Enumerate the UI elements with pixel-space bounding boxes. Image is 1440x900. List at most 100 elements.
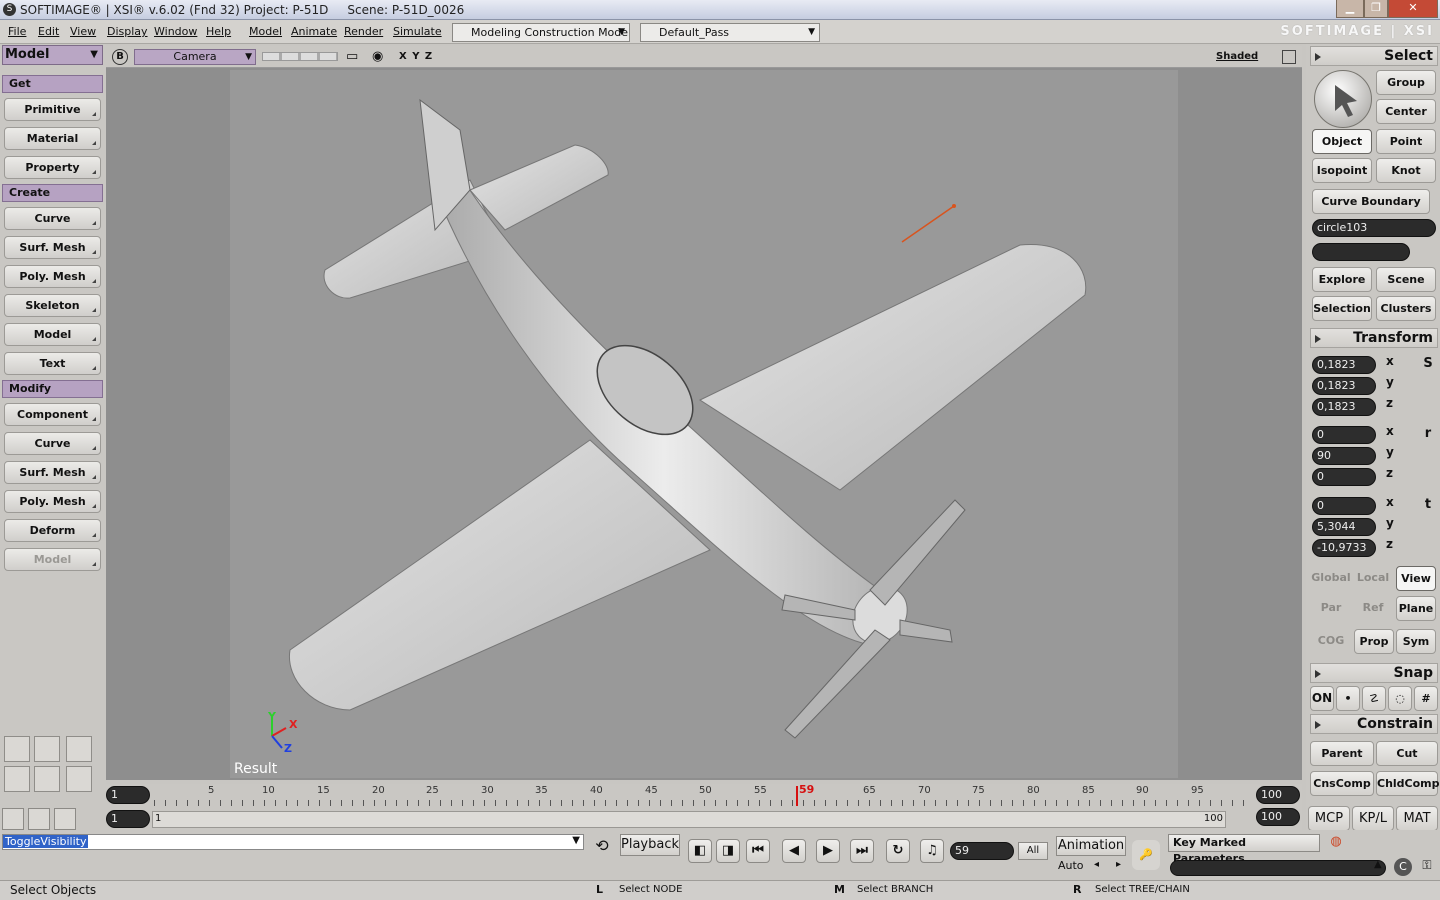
menu-help[interactable]: Help [206,25,231,38]
select-arrow-icon[interactable] [1314,70,1372,128]
modify-curve-button[interactable]: Curve [4,432,101,455]
next-frame-icon[interactable]: ◨ [716,839,740,863]
menu-edit[interactable]: Edit [38,25,59,38]
rotate-x-field[interactable]: 0 [1312,426,1376,444]
translate-x-label[interactable]: x [1386,495,1394,509]
create-curve-button[interactable]: Curve [4,207,101,230]
prev-frame-icon[interactable]: ◧ [688,839,712,863]
menu-display[interactable]: Display [107,25,148,38]
snap-header[interactable]: Snap [1310,663,1438,683]
explore-button[interactable]: Explore [1312,267,1372,292]
next-key-icon[interactable]: ▸ [1116,859,1121,870]
menu-model[interactable]: Model [249,25,282,38]
rotate-x-label[interactable]: x [1386,424,1394,438]
cnscomp-button[interactable]: CnsComp [1310,771,1374,796]
translate-z-field[interactable]: -10,9733 [1312,539,1376,557]
rotate-tool-icon[interactable]: r [1420,426,1436,444]
minimize-icon[interactable]: ▁ [1336,0,1364,18]
selection-name-field[interactable]: circle103 [1312,219,1436,237]
snap-on-button[interactable]: ON [1310,686,1334,711]
palette-icon[interactable] [54,808,76,830]
modify-poly-mesh-button[interactable]: Poly. Mesh [4,490,101,513]
knot-button[interactable]: Knot [1376,158,1436,183]
camera-icon[interactable]: ▭ [346,49,358,64]
center-button[interactable]: Center [1376,99,1436,124]
playback-button[interactable]: Playback [620,834,680,856]
snap-grid-icon[interactable]: # [1414,686,1438,711]
all-button[interactable]: All [1018,842,1048,860]
key-marked-params-button[interactable]: Key Marked Parameters [1168,834,1320,865]
auto-key-button[interactable]: Auto [1058,859,1084,872]
point-button[interactable]: Point [1376,129,1436,154]
translate-y-field[interactable]: 5,3044 [1312,518,1376,536]
first-frame-icon[interactable]: ⏮ [746,839,770,863]
axis-buttons[interactable]: X Y Z [399,51,433,62]
range-slider[interactable]: 1 1 100 100 [106,808,1302,830]
lock-icon[interactable]: ⚿ [1418,858,1436,876]
select-header[interactable]: Select [1310,46,1438,66]
translate-x-field[interactable]: 0 [1312,497,1376,515]
menu-render[interactable]: Render [344,25,383,38]
get-material-button[interactable]: Material [4,127,101,150]
range-start-field[interactable]: 1 [106,810,150,828]
timeline-end-field[interactable]: 100 [1256,786,1300,804]
constrain-header[interactable]: Constrain [1310,714,1438,734]
close-icon[interactable]: ✕ [1388,0,1438,18]
create-skeleton-button[interactable]: Skeleton [4,294,101,317]
prop-button[interactable]: Prop [1354,629,1394,654]
rotate-z-label[interactable]: z [1386,466,1393,480]
modify-component-button[interactable]: Component [4,403,101,426]
maximize-viewport-icon[interactable] [1282,50,1296,64]
menu-animate[interactable]: Animate [291,25,337,38]
tab-mcp[interactable]: MCP [1308,806,1350,831]
transform-header[interactable]: Transform [1310,328,1438,348]
marking-icon[interactable]: ◍ [1326,834,1346,852]
translate-y-label[interactable]: y [1386,516,1394,530]
tab-mat[interactable]: MAT [1396,806,1438,831]
selection-filter-field[interactable] [1312,243,1410,261]
marking-set-field[interactable] [1170,860,1386,876]
modify-deform-button[interactable]: Deform [4,519,101,542]
playhead[interactable] [796,786,798,806]
scale-x-label[interactable]: x [1386,354,1394,368]
layout-split-icon[interactable] [34,736,60,762]
group-button[interactable]: Group [1376,70,1436,95]
isopoint-button[interactable]: Isopoint [1312,158,1372,183]
chldcomp-button[interactable]: ChldComp [1376,771,1440,796]
rotate-y-field[interactable]: 90 [1312,447,1376,465]
timeline[interactable]: 1 100 5 10 15 20 25 30 35 40 45 50 55 65… [106,783,1302,810]
layout-horizontal-icon[interactable] [66,766,92,792]
layout-quad-icon[interactable] [4,736,30,762]
last-frame-icon[interactable]: ⏭ [850,839,874,863]
scale-y-field[interactable]: 0,1823 [1312,377,1376,395]
pass-select[interactable]: Default_Pass ▼ [640,23,820,42]
3d-viewport[interactable]: Y X Z Result [106,68,1302,780]
ref-button[interactable]: Ref [1352,596,1394,621]
cog-button[interactable]: COG [1310,629,1352,654]
key-icon[interactable]: 🔑 [1132,840,1160,870]
modify-surf-mesh-button[interactable]: Surf. Mesh [4,461,101,484]
get-property-button[interactable]: Property [4,156,101,179]
create-poly-mesh-button[interactable]: Poly. Mesh [4,265,101,288]
shading-mode[interactable]: Shaded [1216,51,1258,62]
loop-icon[interactable]: ↻ [886,839,910,863]
cut-button[interactable]: Cut [1376,741,1438,766]
module-select[interactable]: Model ▼ [2,45,103,65]
view-button[interactable]: View [1396,566,1436,591]
create-surf-mesh-button[interactable]: Surf. Mesh [4,236,101,259]
section-create[interactable]: Create [2,184,103,202]
translate-tool-icon[interactable]: t [1420,497,1436,515]
local-button[interactable]: Local [1352,566,1394,591]
chevron-up-icon[interactable]: ▲ [1374,859,1382,870]
menu-view[interactable]: View [70,25,96,38]
prev-key-icon[interactable]: ◂ [1094,859,1099,870]
scale-z-label[interactable]: z [1386,396,1393,410]
scene-button[interactable]: Scene [1376,267,1436,292]
layout-vertical-icon[interactable] [34,766,60,792]
menu-window[interactable]: Window [154,25,197,38]
layout-schematic-icon[interactable] [4,766,30,792]
modify-model-button[interactable]: Model [4,548,101,571]
construction-mode-select[interactable]: Modeling Construction Mode ▼ [452,23,630,42]
snap-surface-icon[interactable]: ◌ [1388,686,1412,711]
play-forward-icon[interactable]: ▶ [816,839,840,863]
